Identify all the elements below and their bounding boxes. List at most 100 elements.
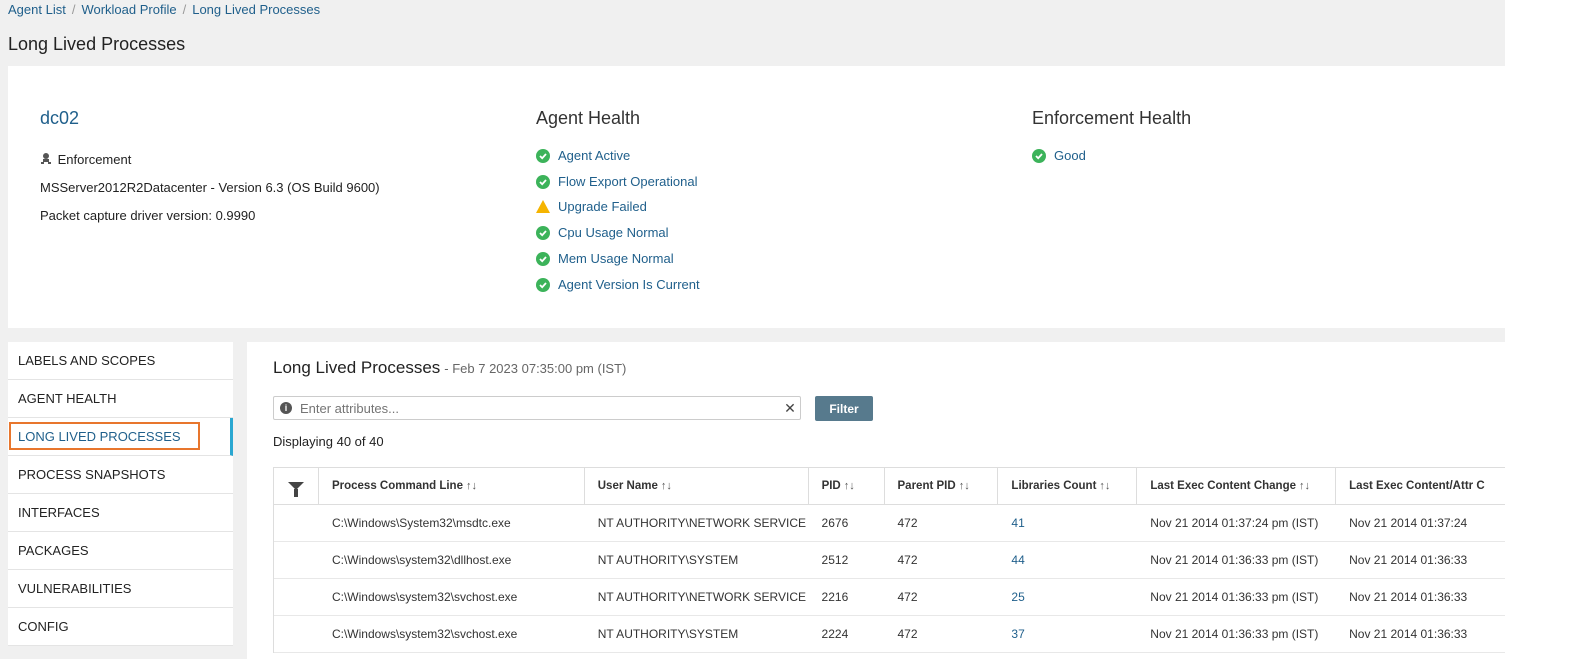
agent-summary-panel: dc02 Enforcement MSServer2012R2Datacente… <box>8 66 1505 328</box>
cell-last-exec-change: Nov 21 2014 01:37:24 pm (IST) <box>1150 516 1319 530</box>
clear-icon[interactable]: ✕ <box>780 400 800 417</box>
cell-last-exec-attr: Nov 21 2014 01:36:33 <box>1349 627 1468 641</box>
nav-label: PROCESS SNAPSHOTS <box>18 467 166 482</box>
page-title: Long Lived Processes <box>8 34 186 54</box>
nav-label: INTERFACES <box>18 505 100 520</box>
nav-interfaces[interactable]: INTERFACES <box>8 494 233 532</box>
nav-agent-health[interactable]: AGENT HEALTH <box>8 380 233 418</box>
row-spacer <box>274 579 319 615</box>
cell-command-line: C:\Windows\system32\svchost.exe <box>331 590 518 604</box>
nav-labels-and-scopes[interactable]: LABELS AND SCOPES <box>8 342 233 380</box>
breadcrumb-agent-list[interactable]: Agent List <box>8 2 66 17</box>
agent-health-label: Agent Version Is Current <box>558 277 700 292</box>
agent-health-item[interactable]: Mem Usage Normal <box>536 251 674 266</box>
cell-last-exec-change: Nov 21 2014 01:36:33 pm (IST) <box>1150 627 1319 641</box>
column-last-exec-content-attr[interactable]: Last Exec Content/Attr C <box>1336 468 1505 504</box>
agent-health-item[interactable]: Agent Active <box>536 148 630 163</box>
agent-health-label: Flow Export Operational <box>558 174 698 189</box>
enforcement-icon <box>40 152 51 164</box>
agent-health-item[interactable]: Cpu Usage Normal <box>536 225 669 240</box>
breadcrumb-separator: / <box>71 2 76 17</box>
snapshot-timestamp: - Feb 7 2023 07:35:00 pm (IST) <box>444 361 627 376</box>
cell-libraries-count[interactable]: 25 <box>998 579 1137 615</box>
agent-health-item[interactable]: Upgrade Failed <box>536 199 647 214</box>
enforcement-health-title: Enforcement Health <box>1032 108 1192 128</box>
column-last-exec-content-change[interactable]: Last Exec Content Change ↑↓ <box>1137 468 1337 504</box>
nav-label: AGENT HEALTH <box>18 391 117 406</box>
row-spacer <box>274 616 319 652</box>
table-row[interactable]: C:\Windows\system32\svchost.exe NT AUTHOR… <box>274 616 1505 653</box>
cell-parent-pid: 472 <box>897 627 918 641</box>
nav-config[interactable]: CONFIG <box>8 608 233 646</box>
column-user-name[interactable]: User Name ↑↓ <box>585 468 809 504</box>
nav-vulnerabilities[interactable]: VULNERABILITIES <box>8 570 233 608</box>
agent-health-item[interactable]: Flow Export Operational <box>536 174 697 189</box>
agent-health-label: Cpu Usage Normal <box>558 225 669 240</box>
cell-parent-pid: 472 <box>897 516 918 530</box>
sort-icon: ↑↓ <box>1299 480 1311 492</box>
check-circle-icon <box>536 148 550 163</box>
cell-command-line: C:\Windows\system32\dllhost.exe <box>331 553 512 567</box>
column-libraries-count[interactable]: Libraries Count ↑↓ <box>998 468 1138 504</box>
table-header: Process Command Line ↑↓ User Name ↑↓ PID ↑↓… <box>274 468 1505 505</box>
enforcement-health-label: Good <box>1054 148 1086 163</box>
sort-icon: ↑↓ <box>958 480 970 492</box>
agent-health-label: Agent Active <box>558 148 631 163</box>
nav-long-lived-processes[interactable]: LONG LIVED PROCESSES <box>8 418 233 456</box>
cell-libraries-count[interactable]: 37 <box>998 616 1137 652</box>
driver-version: Packet capture driver version: 0.9990 <box>40 208 256 223</box>
column-parent-pid[interactable]: Parent PID ↑↓ <box>885 468 999 504</box>
table-row[interactable]: C:\Windows\system32\dllhost.exe NT AUTHOR… <box>274 542 1505 579</box>
processes-title: Long Lived Processes - Feb 7 2023 07:35:0… <box>273 358 626 378</box>
attribute-search[interactable]: i ✕ <box>273 396 801 420</box>
agent-health-title: Agent Health <box>536 108 641 128</box>
column-label: PID <box>821 480 841 492</box>
enforcement-label: Enforcement <box>57 152 132 167</box>
nav-label: CONFIG <box>18 619 69 634</box>
cell-user-name: NT AUTHORITY\SYSTEM <box>597 627 739 641</box>
processes-table: Process Command Line ↑↓ User Name ↑↓ PID ↑↓… <box>273 467 1505 653</box>
agent-health-label: Upgrade Failed <box>558 199 647 214</box>
table-row[interactable]: C:\Windows\System32\msdtc.exe NT AUTHORIT… <box>274 505 1505 542</box>
cell-pid: 2676 <box>821 516 849 530</box>
filter-funnel-icon <box>287 482 304 497</box>
warning-icon <box>536 200 550 213</box>
breadcrumb: Agent List / Workload Profile / Long Liv… <box>8 2 320 17</box>
column-pid[interactable]: PID ↑↓ <box>809 468 885 504</box>
breadcrumb-long-lived-processes[interactable]: Long Lived Processes <box>192 2 320 17</box>
filter-button[interactable]: Filter <box>815 396 873 421</box>
cell-libraries-count[interactable]: 44 <box>998 542 1137 578</box>
cell-last-exec-attr: Nov 21 2014 01:36:33 <box>1349 553 1468 567</box>
check-circle-icon <box>1032 148 1046 163</box>
side-nav: LABELS AND SCOPES AGENT HEALTH LONG LIVE… <box>8 342 233 646</box>
column-filter-icon[interactable] <box>274 468 319 504</box>
nav-process-snapshots[interactable]: PROCESS SNAPSHOTS <box>8 456 233 494</box>
enforcement-health-good[interactable]: Good <box>1032 148 1086 163</box>
cell-command-line: C:\Windows\system32\svchost.exe <box>331 627 518 641</box>
sort-icon: ↑↓ <box>660 480 672 492</box>
cell-last-exec-change: Nov 21 2014 01:36:33 pm (IST) <box>1150 553 1319 567</box>
agent-health-label: Mem Usage Normal <box>558 251 674 266</box>
table-row[interactable]: C:\Windows\system32\svchost.exe NT AUTHOR… <box>274 579 1505 616</box>
cell-last-exec-attr: Nov 21 2014 01:36:33 <box>1349 590 1468 604</box>
agent-health-item[interactable]: Agent Version Is Current <box>536 277 700 292</box>
cell-libraries-count[interactable]: 41 <box>998 505 1137 541</box>
column-label: Process Command Line <box>331 480 463 492</box>
breadcrumb-separator: / <box>182 2 187 17</box>
breadcrumb-workload-profile[interactable]: Workload Profile <box>81 2 176 17</box>
table-body: C:\Windows\System32\msdtc.exe NT AUTHORIT… <box>274 505 1505 653</box>
nav-label: VULNERABILITIES <box>18 581 132 596</box>
column-process-command-line[interactable]: Process Command Line ↑↓ <box>319 468 585 504</box>
attribute-search-input[interactable] <box>298 399 780 417</box>
row-spacer <box>274 505 319 541</box>
cell-pid: 2512 <box>821 553 849 567</box>
cell-user-name: NT AUTHORITY\SYSTEM <box>597 553 739 567</box>
column-label: Last Exec Content/Attr C <box>1349 480 1485 492</box>
row-spacer <box>274 542 319 578</box>
nav-packages[interactable]: PACKAGES <box>8 532 233 570</box>
cell-user-name: NT AUTHORITY\NETWORK SERVICE <box>597 516 806 530</box>
cell-last-exec-change: Nov 21 2014 01:36:33 pm (IST) <box>1150 590 1319 604</box>
column-label: Libraries Count <box>1011 480 1097 492</box>
info-icon[interactable]: i <box>280 402 292 414</box>
host-name[interactable]: dc02 <box>40 108 79 129</box>
